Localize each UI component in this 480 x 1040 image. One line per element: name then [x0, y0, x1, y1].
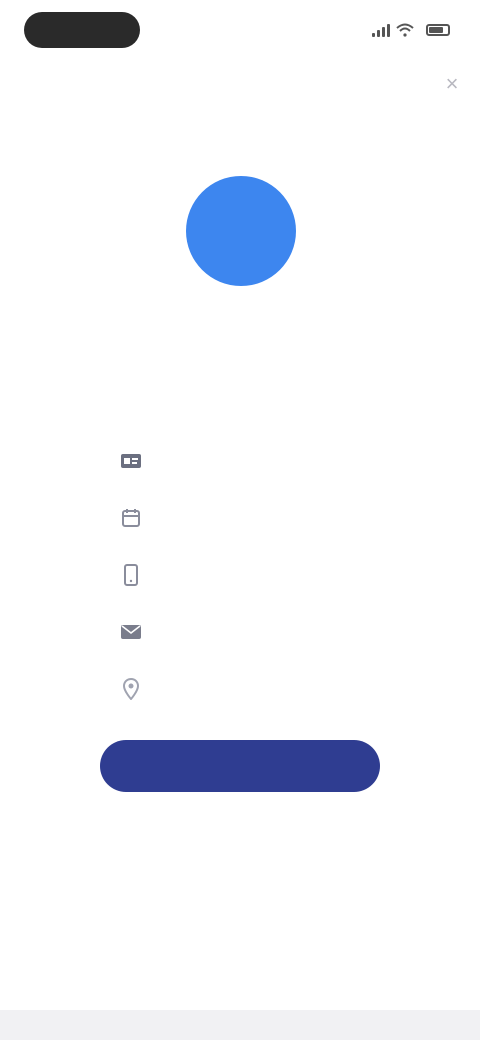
status-bar — [0, 0, 480, 64]
battery-icon — [426, 24, 450, 36]
mail-icon — [118, 619, 144, 645]
info-item-id — [118, 432, 378, 489]
info-item-mail — [118, 603, 378, 660]
calendar-icon — [118, 505, 144, 531]
info-item-location — [118, 660, 378, 717]
home-indicator-bar — [0, 1010, 480, 1040]
info-list — [118, 432, 378, 717]
location-pin-icon — [118, 676, 144, 702]
wifi-icon — [396, 23, 414, 37]
info-item-phone — [118, 546, 378, 603]
info-item-date — [118, 489, 378, 546]
status-indicators — [372, 18, 450, 42]
close-icon: × — [445, 71, 459, 96]
id-card-icon — [118, 448, 144, 474]
close-button[interactable]: × — [438, 70, 466, 98]
signal-icon — [372, 23, 390, 37]
phone-icon — [118, 562, 144, 588]
status-time-pill — [24, 12, 140, 48]
primary-action-button[interactable] — [100, 740, 380, 792]
avatar — [186, 176, 296, 286]
screen: × — [0, 0, 480, 1040]
